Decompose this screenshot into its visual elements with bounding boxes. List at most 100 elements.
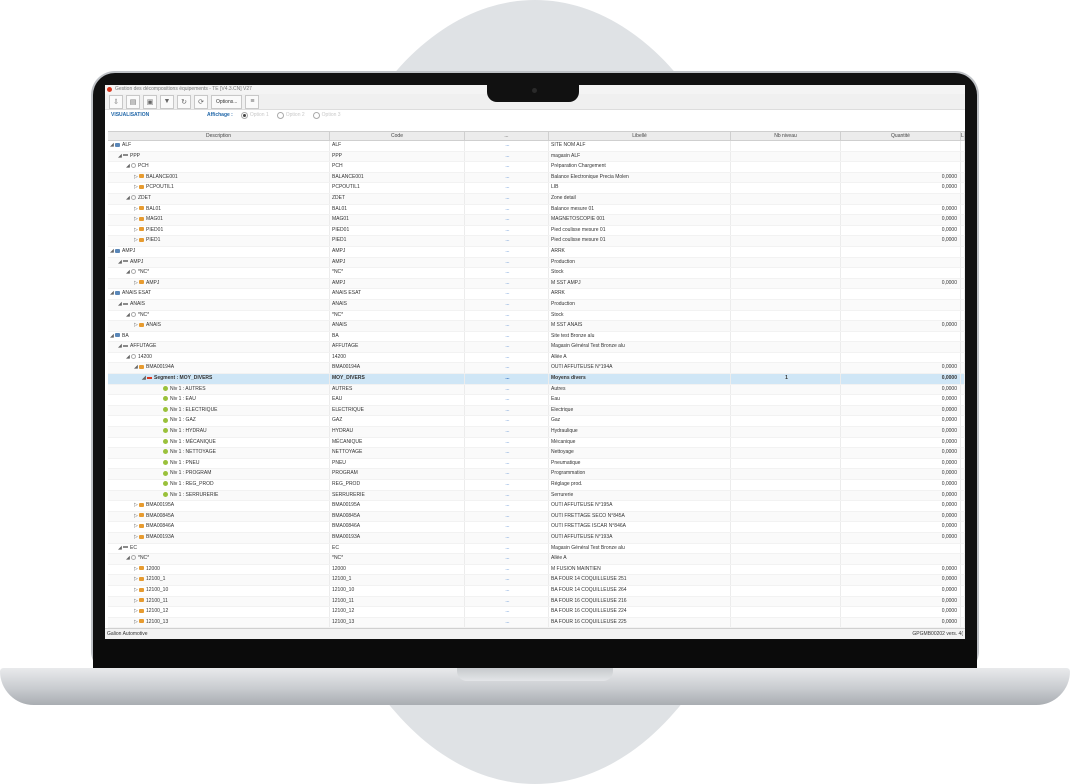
cell-dots[interactable]: ...: [465, 173, 549, 183]
cell-dots[interactable]: ...: [465, 544, 549, 554]
document-icon[interactable]: ≡: [245, 95, 259, 109]
cell-dots[interactable]: ...: [465, 501, 549, 511]
cell-dots[interactable]: ...: [465, 448, 549, 458]
cell-dots[interactable]: ...: [465, 141, 549, 151]
table-row[interactable]: ▷BMA00193ABMA00193A...OUTI AFFUTEUSE N°1…: [108, 533, 965, 544]
cell-dots[interactable]: ...: [465, 406, 549, 416]
cell-dots[interactable]: ...: [465, 268, 549, 278]
table-row[interactable]: Niv 1 : HYDRAUHYDRAU...Hydraulique0,0000: [108, 427, 965, 438]
table-row[interactable]: ◢ANAIS ESATANAIS ESAT...ARRK: [108, 289, 965, 300]
cell-dots[interactable]: ...: [465, 385, 549, 395]
cell-dots[interactable]: ...: [465, 342, 549, 352]
table-row[interactable]: Niv 1 : PROGRAMPROGRAM...Programmation0,…: [108, 469, 965, 480]
options-button[interactable]: Options...: [211, 95, 242, 109]
cell-dots[interactable]: ...: [465, 332, 549, 342]
cell-dots[interactable]: ...: [465, 247, 549, 257]
table-row[interactable]: ◢PPPPPP...magasin ALF: [108, 152, 965, 163]
copy-icon[interactable]: ▤: [126, 95, 140, 109]
pdf-icon[interactable]: ▣: [143, 95, 157, 109]
table-row[interactable]: ◢ALFALF...SITE NOM ALF: [108, 141, 965, 152]
cell-dots[interactable]: ...: [465, 183, 549, 193]
cell-dots[interactable]: ...: [465, 554, 549, 564]
table-row[interactable]: ◢AFFUTAGEAFFUTAGE...Magasin Général Test…: [108, 342, 965, 353]
table-row[interactable]: Niv 1 : AUTRESAUTRES...Autres0,0000: [108, 385, 965, 396]
cell-dots[interactable]: ...: [465, 311, 549, 321]
table-row[interactable]: ◢ANAISANAIS...Production: [108, 300, 965, 311]
table-row[interactable]: ▷BAL01BAL01...Balance mesure 010,0000: [108, 205, 965, 216]
cell-dots[interactable]: ...: [465, 533, 549, 543]
cell-dots[interactable]: ...: [465, 300, 549, 310]
cell-dots[interactable]: ...: [465, 512, 549, 522]
cell-dots[interactable]: ...: [465, 152, 549, 162]
table-row[interactable]: Niv 1 : SERRURERIESERRURERIE...Serrureri…: [108, 491, 965, 502]
table-row[interactable]: Niv 1 : REG_PRODREG_PROD...Réglage prod.…: [108, 480, 965, 491]
sync-icon[interactable]: ⟳: [194, 95, 208, 109]
expand-toggle-icon[interactable]: ◢: [126, 353, 131, 363]
table-row[interactable]: ▷PIED01PIED01...Pied coulisse mesure 010…: [108, 226, 965, 237]
option-3-radio[interactable]: Option 3: [313, 110, 341, 120]
table-row[interactable]: ◢ZDETZDET...Zone detail: [108, 194, 965, 205]
table-row[interactable]: ▷BMA00845ABMA00845A...OUTI FRETTAGE SECO…: [108, 512, 965, 523]
option-1-radio[interactable]: Option 1: [241, 110, 269, 120]
cell-dots[interactable]: ...: [465, 374, 549, 384]
cell-dots[interactable]: ...: [465, 480, 549, 490]
table-row[interactable]: ◢AMPJAMPJ...Production: [108, 258, 965, 269]
expand-toggle-icon[interactable]: ◢: [118, 152, 123, 162]
cell-dots[interactable]: ...: [465, 395, 549, 405]
cell-dots[interactable]: ...: [465, 258, 549, 268]
table-row[interactable]: ▷PIED1PIED1...Pied coulisse mesure 010,0…: [108, 236, 965, 247]
table-row[interactable]: ◢*NC**NC*...Stock: [108, 311, 965, 322]
table-row[interactable]: ◢BMA00194ABMA00194A...OUTI AFFUTEUSE N°1…: [108, 363, 965, 374]
table-row[interactable]: ▷12100_112100_1...BA FOUR 14 COQUILLEUSE…: [108, 575, 965, 586]
col-quantite[interactable]: Quantité: [841, 132, 961, 140]
col-nb-niveau[interactable]: Nb niveau: [731, 132, 841, 140]
table-row[interactable]: ▷PCPOUTIL1PCPOUTIL1...LIB0,0000: [108, 183, 965, 194]
table-row[interactable]: ▷MAG01MAG01...MAGNETOSCOPIE 0010,0000: [108, 215, 965, 226]
table-row[interactable]: ▷12100_1312100_13...BA FOUR 16 COQUILLEU…: [108, 618, 965, 629]
cell-dots[interactable]: ...: [465, 353, 549, 363]
cell-dots[interactable]: ...: [465, 522, 549, 532]
table-row[interactable]: ▷BALANCE001BALANCE001...Balance Electron…: [108, 173, 965, 184]
cell-dots[interactable]: ...: [465, 459, 549, 469]
cell-dots[interactable]: ...: [465, 289, 549, 299]
cell-dots[interactable]: ...: [465, 565, 549, 575]
cell-dots[interactable]: ...: [465, 469, 549, 479]
cell-dots[interactable]: ...: [465, 438, 549, 448]
table-row[interactable]: ◢AMPJAMPJ...ARRK: [108, 247, 965, 258]
cell-dots[interactable]: ...: [465, 194, 549, 204]
col-extra[interactable]: Li: [961, 132, 965, 140]
cell-dots[interactable]: ...: [465, 205, 549, 215]
cell-dots[interactable]: ...: [465, 363, 549, 373]
expand-toggle-icon[interactable]: ◢: [118, 300, 123, 310]
table-row[interactable]: ▷12100_1012100_10...BA FOUR 14 COQUILLEU…: [108, 586, 965, 597]
cell-dots[interactable]: ...: [465, 279, 549, 289]
cell-dots[interactable]: ...: [465, 491, 549, 501]
table-row[interactable]: Niv 1 : NETTOYAGENETTOYAGE...Nettoyage0,…: [108, 448, 965, 459]
cell-dots[interactable]: ...: [465, 321, 549, 331]
table-row[interactable]: Niv 1 : GAZGAZ...Gaz0,0000: [108, 416, 965, 427]
table-row[interactable]: ◢PCHPCH...Préparation Chargement: [108, 162, 965, 173]
table-row[interactable]: ▷12100_1112100_11...BA FOUR 16 COQUILLEU…: [108, 597, 965, 608]
expand-toggle-icon[interactable]: ◢: [118, 342, 123, 352]
cell-dots[interactable]: ...: [465, 226, 549, 236]
table-row[interactable]: Niv 1 : ELECTRIQUEELECTRIQUE...Electriqu…: [108, 406, 965, 417]
col-dots[interactable]: ...: [465, 132, 549, 140]
cell-dots[interactable]: ...: [465, 618, 549, 628]
expand-toggle-icon[interactable]: ◢: [126, 194, 131, 204]
table-row[interactable]: Niv 1 : MÉCANIQUEMÉCANIQUE...Mécanique0,…: [108, 438, 965, 449]
table-row[interactable]: ▷AMPJAMPJ...M SST AMPJ0,0000: [108, 279, 965, 290]
cell-dots[interactable]: ...: [465, 427, 549, 437]
expand-toggle-icon[interactable]: ◢: [142, 374, 147, 384]
filter-icon[interactable]: ▼: [160, 95, 174, 109]
cell-dots[interactable]: ...: [465, 575, 549, 585]
table-row[interactable]: ▷BMA00846ABMA00846A...OUTI FRETTAGE ISCA…: [108, 522, 965, 533]
col-libelle[interactable]: Libellé: [549, 132, 731, 140]
table-row[interactable]: ▷12100_1212100_12...BA FOUR 16 COQUILLEU…: [108, 607, 965, 618]
expand-toggle-icon[interactable]: ◢: [118, 258, 123, 268]
cell-dots[interactable]: ...: [465, 597, 549, 607]
table-row[interactable]: ▷1200012000...M FUSION MAINTIEN0,0000: [108, 565, 965, 576]
expand-toggle-icon[interactable]: ◢: [118, 544, 123, 554]
cell-dots[interactable]: ...: [465, 236, 549, 246]
table-row[interactable]: Niv 1 : EAUEAU...Eau0,0000: [108, 395, 965, 406]
table-row[interactable]: Niv 1 : PNEUPNEU...Pneumatique0,0000: [108, 459, 965, 470]
